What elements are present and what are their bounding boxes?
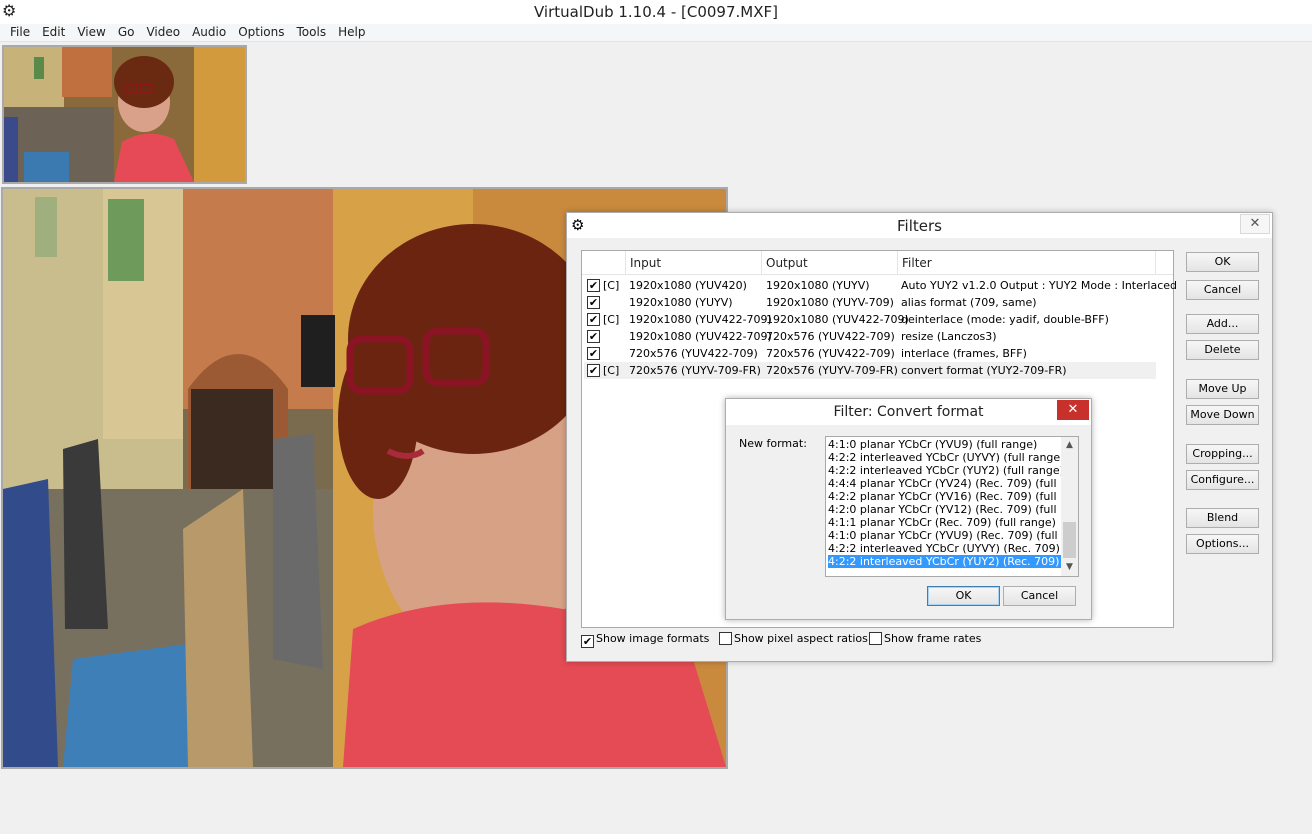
close-icon: ✕	[1249, 216, 1261, 231]
menu-file[interactable]: File	[4, 24, 36, 41]
show-pixel-aspect-checkbox[interactable]	[719, 632, 732, 645]
filter-row[interactable]: ✔ 1920x1080 (YUV422-709) 720x576 (YUV422…	[584, 328, 1156, 345]
show-image-formats-label: Show image formats	[596, 632, 710, 645]
show-image-formats-checkbox[interactable]: ✔	[581, 635, 594, 648]
input-video-pane[interactable]	[2, 45, 247, 184]
move-up-button[interactable]: Move Up	[1186, 379, 1259, 399]
filter-input-format: 1920x1080 (YUV420)	[629, 279, 747, 292]
scroll-thumb[interactable]	[1063, 522, 1076, 558]
input-video-frame	[4, 47, 245, 182]
filter-input-format: 1920x1080 (YUYV)	[629, 296, 733, 309]
menu-video[interactable]: Video	[140, 24, 186, 41]
filters-dialog-titlebar[interactable]: ⚙ Filters ✕	[567, 213, 1272, 238]
cropping-button[interactable]: Cropping...	[1186, 444, 1259, 464]
menu-view[interactable]: View	[71, 24, 111, 41]
filter-output-format: 720x576 (YUYV-709-FR)	[766, 364, 898, 377]
show-image-formats-option[interactable]: ✔ Show image formats	[581, 632, 709, 648]
delete-filter-button[interactable]: Delete	[1186, 340, 1259, 360]
scroll-up-arrow-icon[interactable]: ▲	[1061, 437, 1078, 454]
menu-help[interactable]: Help	[332, 24, 371, 41]
blend-button[interactable]: Blend	[1186, 508, 1259, 528]
format-option[interactable]: 4:1:1 planar YCbCr (Rec. 709) (full rang…	[828, 516, 1061, 529]
format-option[interactable]: 4:4:4 planar YCbCr (YV24) (Rec. 709) (fu…	[828, 477, 1061, 490]
scroll-down-arrow-icon[interactable]: ▼	[1061, 559, 1078, 576]
filter-output-format: 1920x1080 (YUYV-709)	[766, 296, 894, 309]
convert-format-dialog: Filter: Convert format ✕ New format: 4:1…	[725, 398, 1092, 620]
filter-enable-checkbox[interactable]: ✔	[587, 364, 600, 377]
convert-dialog-titlebar[interactable]: Filter: Convert format ✕	[726, 399, 1091, 425]
column-header-check[interactable]	[582, 251, 626, 275]
format-option[interactable]: 4:2:2 interleaved YCbCr (UYVY) (full ran…	[828, 451, 1061, 464]
filter-name: deinterlace (mode: yadif, double-BFF)	[901, 313, 1109, 326]
format-list-scrollbar[interactable]: ▲ ▼	[1061, 437, 1078, 576]
filter-row[interactable]: ✔ 720x576 (YUV422-709) 720x576 (YUV422-7…	[584, 345, 1156, 362]
format-option[interactable]: 4:2:2 interleaved YCbCr (YUY2) (full ran…	[828, 464, 1061, 477]
show-frame-rates-label: Show frame rates	[884, 632, 982, 645]
filter-row[interactable]: ✔ 1920x1080 (YUYV) 1920x1080 (YUYV-709) …	[584, 294, 1156, 311]
column-header-input[interactable]: Input	[626, 251, 762, 275]
close-icon: ✕	[1067, 402, 1079, 417]
window-title: VirtualDub 1.10.4 - [C0097.MXF]	[534, 3, 778, 21]
menu-options[interactable]: Options	[232, 24, 290, 41]
menu-bar: File Edit View Go Video Audio Options To…	[0, 24, 1312, 42]
menu-edit[interactable]: Edit	[36, 24, 71, 41]
filter-input-format: 720x576 (YUV422-709)	[629, 347, 758, 360]
format-option[interactable]: 4:1:0 planar YCbCr (YVU9) (full range)	[828, 438, 1061, 451]
convert-cancel-button[interactable]: Cancel	[1003, 586, 1076, 606]
filter-enable-checkbox[interactable]: ✔	[587, 347, 600, 360]
format-option[interactable]: 4:1:0 planar YCbCr (YVU9) (Rec. 709) (fu…	[828, 529, 1061, 542]
filter-row[interactable]: ✔ [C] 1920x1080 (YUV422-709) 1920x1080 (…	[584, 311, 1156, 328]
format-listbox[interactable]: 4:1:0 planar YCbCr (YVU9) (full range) 4…	[825, 436, 1079, 577]
filter-input-format: 1920x1080 (YUV422-709)	[629, 313, 772, 326]
filter-enable-checkbox[interactable]: ✔	[587, 296, 600, 309]
add-filter-button[interactable]: Add...	[1186, 314, 1259, 334]
filter-input-format: 1920x1080 (YUV422-709)	[629, 330, 772, 343]
convert-close-button[interactable]: ✕	[1057, 400, 1089, 420]
show-pixel-aspect-label: Show pixel aspect ratios	[734, 632, 868, 645]
filter-crop-tag: [C]	[603, 364, 620, 377]
filter-output-format: 1920x1080 (YUYV)	[766, 279, 870, 292]
filter-output-format: 720x576 (YUV422-709)	[766, 330, 895, 343]
format-option[interactable]: 4:2:0 planar YCbCr (YV12) (Rec. 709) (fu…	[828, 503, 1061, 516]
title-bar: ⚙ VirtualDub 1.10.4 - [C0097.MXF]	[0, 0, 1312, 24]
filter-output-format: 1920x1080 (YUV422-709)	[766, 313, 909, 326]
filter-list-header: Input Output Filter	[582, 251, 1173, 275]
filters-close-button[interactable]: ✕	[1240, 214, 1270, 234]
filter-crop-tag: [C]	[603, 313, 620, 326]
filter-row-selected[interactable]: ✔ [C] 720x576 (YUYV-709-FR) 720x576 (YUY…	[584, 362, 1156, 379]
format-option[interactable]: 4:2:2 planar YCbCr (YV16) (Rec. 709) (fu…	[828, 490, 1061, 503]
move-down-button[interactable]: Move Down	[1186, 405, 1259, 425]
filter-name: interlace (frames, BFF)	[901, 347, 1027, 360]
filter-crop-tag: [C]	[603, 279, 620, 292]
filter-enable-checkbox[interactable]: ✔	[587, 279, 600, 292]
menu-go[interactable]: Go	[112, 24, 141, 41]
column-header-filter[interactable]: Filter	[898, 251, 1156, 275]
menu-tools[interactable]: Tools	[291, 24, 333, 41]
filter-row[interactable]: ✔ [C] 1920x1080 (YUV420) 1920x1080 (YUYV…	[584, 277, 1177, 294]
filter-name: resize (Lanczos3)	[901, 330, 997, 343]
show-pixel-aspect-option[interactable]: Show pixel aspect ratios	[719, 632, 868, 646]
cancel-button[interactable]: Cancel	[1186, 280, 1259, 300]
new-format-label: New format:	[739, 437, 807, 450]
ok-button[interactable]: OK	[1186, 252, 1259, 272]
filter-name: alias format (709, same)	[901, 296, 1037, 309]
convert-dialog-title: Filter: Convert format	[833, 404, 984, 420]
filters-dialog-title: Filters	[897, 217, 942, 235]
menu-audio[interactable]: Audio	[186, 24, 232, 41]
column-header-output[interactable]: Output	[762, 251, 898, 275]
options-button[interactable]: Options...	[1186, 534, 1259, 554]
filter-enable-checkbox[interactable]: ✔	[587, 330, 600, 343]
format-option[interactable]: 4:2:2 interleaved YCbCr (UYVY) (Rec. 709…	[828, 542, 1061, 555]
show-frame-rates-checkbox[interactable]	[869, 632, 882, 645]
filter-name: convert format (YUY2-709-FR)	[901, 364, 1067, 377]
convert-ok-button[interactable]: OK	[927, 586, 1000, 606]
filter-input-format: 720x576 (YUYV-709-FR)	[629, 364, 761, 377]
filter-name: Auto YUY2 v1.2.0 Output : YUY2 Mode : In…	[901, 279, 1177, 292]
show-frame-rates-option[interactable]: Show frame rates	[869, 632, 981, 646]
configure-button[interactable]: Configure...	[1186, 470, 1259, 490]
format-option-selected[interactable]: 4:2:2 interleaved YCbCr (YUY2) (Rec. 709…	[827, 554, 1062, 569]
filter-output-format: 720x576 (YUV422-709)	[766, 347, 895, 360]
filter-enable-checkbox[interactable]: ✔	[587, 313, 600, 326]
